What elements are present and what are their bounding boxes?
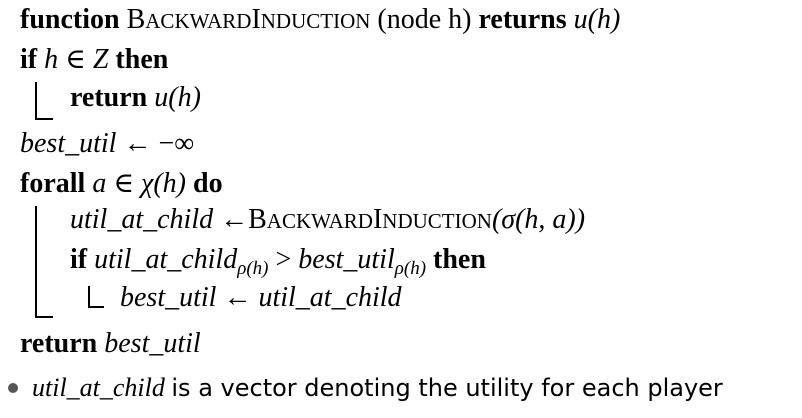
if-block-bracket-vertical xyxy=(35,82,37,120)
forall-block-bracket-horizontal xyxy=(35,316,53,318)
best-util-variable: best_util xyxy=(20,128,117,159)
return-leaf-line: return u(h) xyxy=(70,80,201,116)
return-value: u(h) xyxy=(573,4,621,35)
assign-arrow: ← xyxy=(223,282,252,313)
keyword-if: if xyxy=(20,44,38,75)
player-subscript: ρ(h) xyxy=(394,258,427,279)
recursive-call-name: BackwardInduction xyxy=(248,204,492,235)
note-bullet: util_at_child is a vector denoting the u… xyxy=(8,371,723,405)
player-subscript: ρ(h) xyxy=(237,258,269,279)
init-best-util-line: best_util ← −∞ xyxy=(20,126,194,162)
function-name: BackwardInduction xyxy=(126,4,371,35)
update-best-line: best_util ← util_at_child xyxy=(120,280,402,316)
keyword-then: then xyxy=(433,244,486,275)
util-at-child-variable: util_at_child xyxy=(70,204,214,235)
best-util-variable: best_util xyxy=(120,282,217,313)
assign-child-line: util_at_child ←BackwardInduction(σ(h, a)… xyxy=(70,202,585,239)
keyword-then: then xyxy=(115,44,169,75)
assign-arrow: ← xyxy=(220,204,249,235)
note-math-variable: util_at_child xyxy=(32,373,165,402)
keyword-return: return xyxy=(70,82,148,113)
if-block-bracket-horizontal xyxy=(35,118,53,120)
keyword-function: function xyxy=(20,4,120,35)
if-terminal-line: if h ∈ Z then xyxy=(20,42,168,78)
function-parameter: (node h) xyxy=(377,4,472,35)
keyword-returns: returns xyxy=(478,4,567,35)
function-header: function BackwardInduction (node h) retu… xyxy=(20,2,620,39)
keyword-do: do xyxy=(193,168,223,199)
leaf-utility: u(h) xyxy=(154,82,201,113)
forall-block-bracket-vertical xyxy=(35,206,37,318)
best-util-variable: best_util xyxy=(298,244,395,275)
negative-infinity: −∞ xyxy=(158,128,195,159)
inner-if-bracket-vertical xyxy=(88,286,90,308)
recursive-call-args: (σ(h, a)) xyxy=(491,204,586,235)
forall-line: forall a ∈ χ(h) do xyxy=(20,166,223,202)
keyword-if: if xyxy=(70,244,88,275)
bullet-icon xyxy=(8,383,18,394)
note-text: is a vector denoting the utility for eac… xyxy=(171,374,723,402)
keyword-return: return xyxy=(20,328,98,359)
return-best-line: return best_util xyxy=(20,326,201,362)
util-at-child-variable: util_at_child xyxy=(258,282,402,313)
greater-than: > xyxy=(275,244,292,275)
terminal-condition: h ∈ Z xyxy=(44,44,109,75)
keyword-forall: forall xyxy=(20,168,86,199)
inner-if-bracket-horizontal xyxy=(88,306,104,308)
assign-arrow: ← xyxy=(123,128,152,159)
util-at-child-variable: util_at_child xyxy=(94,244,238,275)
best-util-variable: best_util xyxy=(104,328,201,359)
forall-condition: a ∈ χ(h) xyxy=(92,168,187,199)
